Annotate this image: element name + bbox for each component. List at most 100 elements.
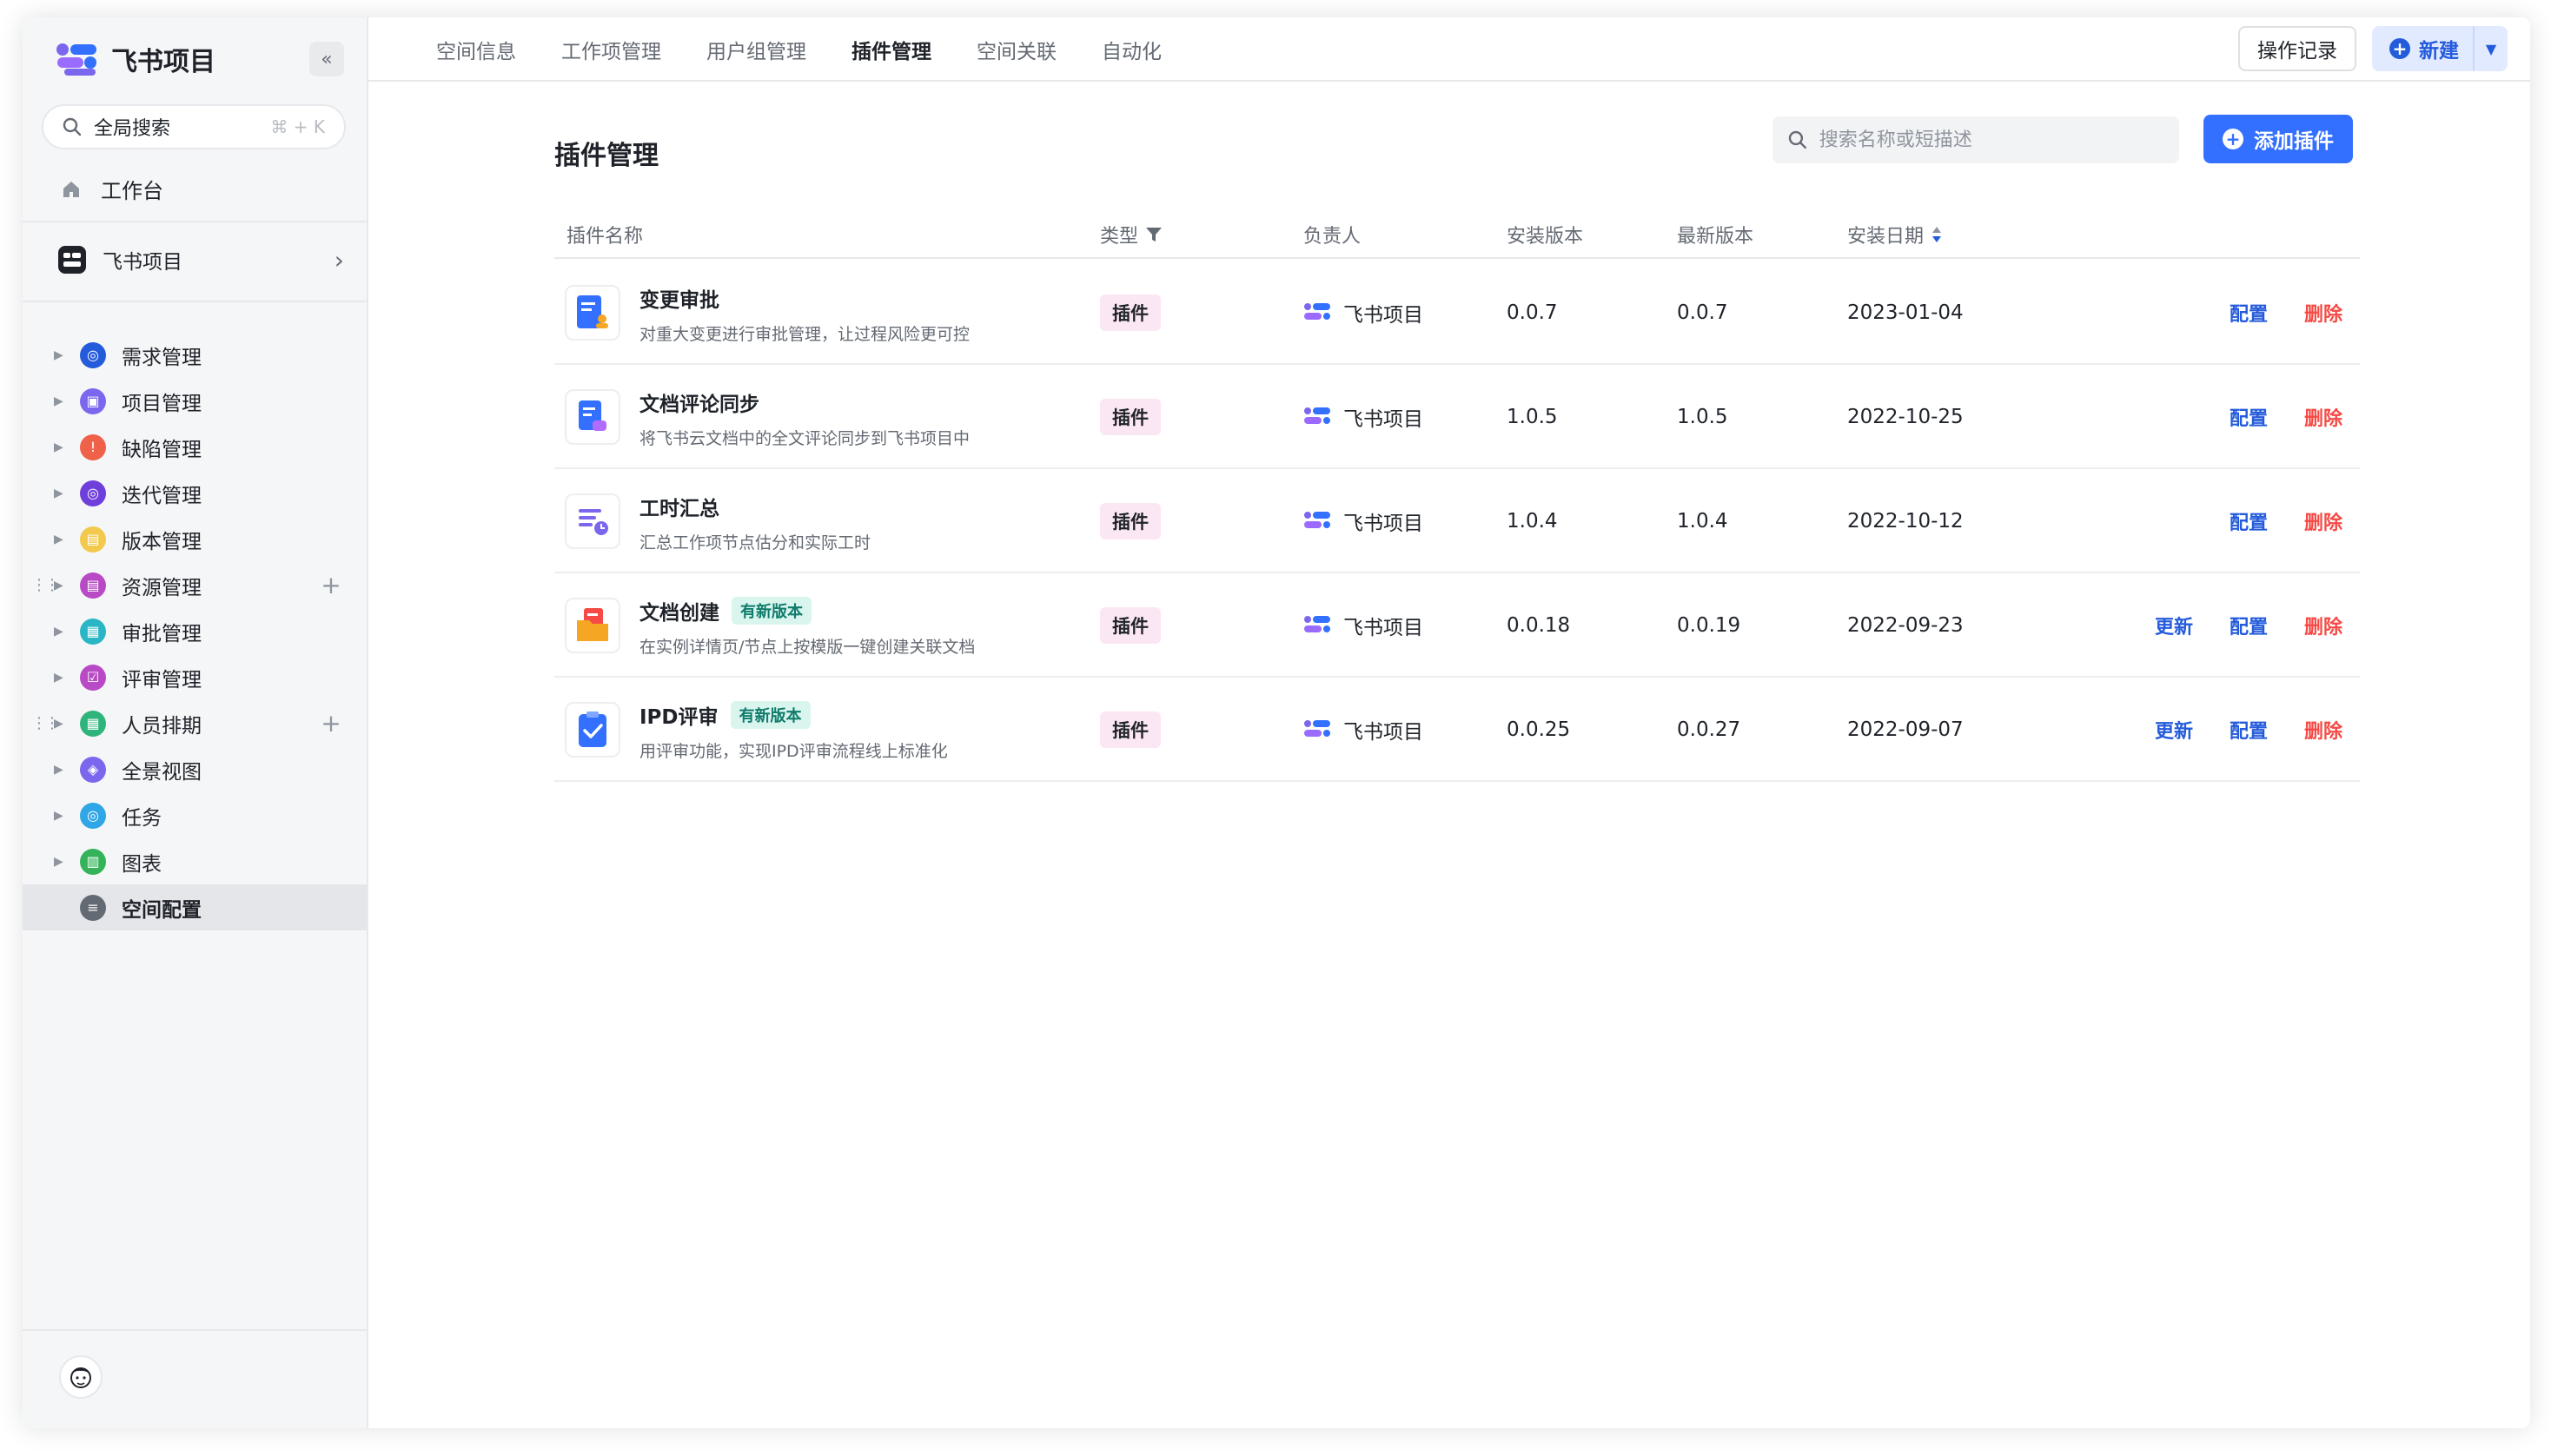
caret-right-icon[interactable]: ▶ bbox=[54, 809, 63, 823]
sidebar-item-space-config[interactable]: ≡ 空间配置 bbox=[23, 884, 367, 930]
table-row[interactable]: 文档评论同步 将飞书云文档中的全文评论同步到飞书项目中 插件 飞书项目 1.0.… bbox=[554, 365, 2360, 469]
owner-cell: 飞书项目 bbox=[1303, 365, 1423, 469]
update-button[interactable]: 更新 bbox=[2155, 678, 2193, 782]
new-button[interactable]: + 新建 ▼ bbox=[2372, 26, 2508, 71]
table-row[interactable]: IPD评审 有新版本 用评审功能，实现IPD评审流程线上标准化 插件 飞书项目 … bbox=[554, 678, 2360, 782]
collapse-sidebar-button[interactable]: « bbox=[309, 42, 344, 76]
sidebar-item-versions[interactable]: ▶ ▤ 版本管理 bbox=[23, 516, 367, 562]
column-header-date-label: 安装日期 bbox=[1847, 226, 1925, 248]
space-icon bbox=[58, 246, 86, 274]
requirements-icon: ◎ bbox=[80, 341, 106, 368]
sidebar-item-panorama[interactable]: ▶ ◈ 全景视图 bbox=[23, 746, 367, 792]
panorama-icon: ◈ bbox=[80, 756, 106, 783]
user-avatar[interactable] bbox=[59, 1355, 103, 1399]
sidebar-item-defects[interactable]: ▶ ! 缺陷管理 bbox=[23, 424, 367, 470]
sidebar-item-resources[interactable]: ⋮⋮ ▶ ▤ 资源管理 + bbox=[23, 562, 367, 608]
iterations-icon: ◎ bbox=[80, 480, 106, 506]
space-switcher[interactable]: 飞书项目 › bbox=[57, 245, 344, 275]
tab-work-item[interactable]: 工作项管理 bbox=[561, 35, 661, 64]
defects-icon: ! bbox=[80, 433, 106, 460]
plugin-name-text: 文档评论同步 bbox=[639, 394, 759, 416]
owner-logo-icon bbox=[1304, 720, 1330, 737]
plugin-icon bbox=[565, 702, 620, 758]
sidebar-item-charts[interactable]: ▶ ▥ 图表 bbox=[23, 838, 367, 884]
sidebar-divider bbox=[23, 1329, 367, 1331]
sidebar-item-requirements[interactable]: ▶ ◎ 需求管理 bbox=[23, 332, 367, 378]
search-icon bbox=[63, 117, 82, 136]
caret-right-icon[interactable]: ▶ bbox=[54, 763, 63, 777]
delete-button[interactable]: 删除 bbox=[2304, 573, 2342, 678]
tab-space-info[interactable]: 空间信息 bbox=[436, 35, 516, 64]
plugin-search[interactable] bbox=[1772, 116, 2179, 163]
delete-button[interactable]: 删除 bbox=[2304, 469, 2342, 573]
caret-right-icon[interactable]: ▶ bbox=[54, 579, 63, 592]
plugin-name-text: IPD评审 bbox=[639, 706, 719, 729]
owner-cell: 飞书项目 bbox=[1303, 469, 1423, 573]
owner-logo-icon bbox=[1304, 616, 1330, 632]
column-header-latest: 最新版本 bbox=[1677, 226, 1754, 248]
projects-icon: ▣ bbox=[80, 387, 106, 414]
tab-automation[interactable]: 自动化 bbox=[1102, 35, 1162, 64]
owner-logo-icon bbox=[1304, 303, 1330, 320]
update-button[interactable]: 更新 bbox=[2155, 573, 2193, 678]
sidebar-item-projects[interactable]: ▶ ▣ 项目管理 bbox=[23, 378, 367, 424]
sidebar-item-iterations[interactable]: ▶ ◎ 迭代管理 bbox=[23, 470, 367, 516]
sidebar-item-label: 项目管理 bbox=[122, 392, 202, 415]
filter-icon[interactable] bbox=[1145, 226, 1163, 243]
caret-right-icon[interactable]: ▶ bbox=[54, 348, 63, 362]
type-tag: 插件 bbox=[1100, 607, 1161, 644]
nav-home[interactable]: 工作台 bbox=[61, 174, 163, 204]
add-icon[interactable]: + bbox=[316, 571, 346, 600]
sidebar-item-reviews[interactable]: ▶ ☑ 评审管理 bbox=[23, 654, 367, 700]
delete-button[interactable]: 删除 bbox=[2304, 261, 2342, 365]
table-row[interactable]: 文档创建 有新版本 在实例详情页/节点上按模版一键创建关联文档 插件 飞书项目 … bbox=[554, 573, 2360, 678]
doc-folder-icon bbox=[577, 608, 608, 641]
tab-space-links[interactable]: 空间关联 bbox=[977, 35, 1057, 64]
chevron-down-icon[interactable]: ▼ bbox=[2473, 26, 2508, 71]
tasks-icon: ◎ bbox=[80, 802, 106, 829]
caret-right-icon[interactable]: ▶ bbox=[54, 440, 63, 454]
plugin-desc: 用评审功能，实现IPD评审流程线上标准化 bbox=[639, 742, 948, 761]
plugin-icon bbox=[565, 389, 620, 445]
caret-right-icon[interactable]: ▶ bbox=[54, 671, 63, 685]
configure-button[interactable]: 配置 bbox=[2230, 678, 2268, 782]
column-header-type[interactable]: 类型 bbox=[1100, 221, 1163, 248]
caret-right-icon[interactable]: ▶ bbox=[54, 717, 63, 731]
sidebar-item-staffing[interactable]: ⋮⋮ ▶ ▦ 人员排期 + bbox=[23, 700, 367, 746]
configure-button[interactable]: 配置 bbox=[2230, 365, 2268, 469]
sidebar-item-tasks[interactable]: ▶ ◎ 任务 bbox=[23, 792, 367, 838]
plugin-name-text: 文档创建 bbox=[639, 602, 719, 625]
caret-right-icon[interactable]: ▶ bbox=[54, 394, 63, 408]
configure-button[interactable]: 配置 bbox=[2230, 469, 2268, 573]
brand-logo-icon bbox=[56, 43, 96, 76]
add-plugin-button[interactable]: + 添加插件 bbox=[2203, 115, 2353, 163]
caret-right-icon[interactable]: ▶ bbox=[54, 533, 63, 546]
table-row[interactable]: 工时汇总 汇总工作项节点估分和实际工时 插件 飞书项目 1.0.4 1.0.4 … bbox=[554, 469, 2360, 573]
delete-button[interactable]: 删除 bbox=[2304, 365, 2342, 469]
plugin-name: 文档评论同步 bbox=[639, 387, 759, 417]
sidebar-item-approvals[interactable]: ▶ ▦ 审批管理 bbox=[23, 608, 367, 654]
plugin-search-input[interactable] bbox=[1819, 129, 2163, 151]
configure-button[interactable]: 配置 bbox=[2230, 573, 2268, 678]
configure-button[interactable]: 配置 bbox=[2230, 261, 2268, 365]
brand[interactable]: 飞书项目 bbox=[56, 40, 215, 78]
install-date: 2023-01-04 bbox=[1847, 301, 1964, 324]
tab-plugins[interactable]: 插件管理 bbox=[851, 35, 931, 64]
add-icon[interactable]: + bbox=[316, 709, 346, 738]
column-header-date[interactable]: 安装日期 bbox=[1847, 221, 1943, 248]
home-icon bbox=[63, 181, 79, 197]
global-search[interactable]: 全局搜索 ⌘ + K bbox=[42, 104, 346, 149]
plugin-name: 变更审批 bbox=[639, 283, 719, 313]
installed-version: 0.0.7 bbox=[1507, 301, 1558, 324]
resources-icon: ▤ bbox=[80, 572, 106, 599]
caret-right-icon[interactable]: ▶ bbox=[54, 486, 63, 500]
versions-icon: ▤ bbox=[80, 526, 106, 553]
caret-right-icon[interactable]: ▶ bbox=[54, 855, 63, 869]
sort-icon[interactable] bbox=[1931, 225, 1943, 244]
delete-button[interactable]: 删除 bbox=[2304, 678, 2342, 782]
table-row[interactable]: 变更审批 对重大变更进行审批管理，让过程风险更可控 插件 飞书项目 0.0.7 … bbox=[554, 261, 2360, 365]
type-cell: 插件 bbox=[1100, 573, 1161, 678]
tab-user-group[interactable]: 用户组管理 bbox=[706, 35, 806, 64]
caret-right-icon[interactable]: ▶ bbox=[54, 625, 63, 639]
operation-log-button[interactable]: 操作记录 bbox=[2238, 26, 2356, 71]
